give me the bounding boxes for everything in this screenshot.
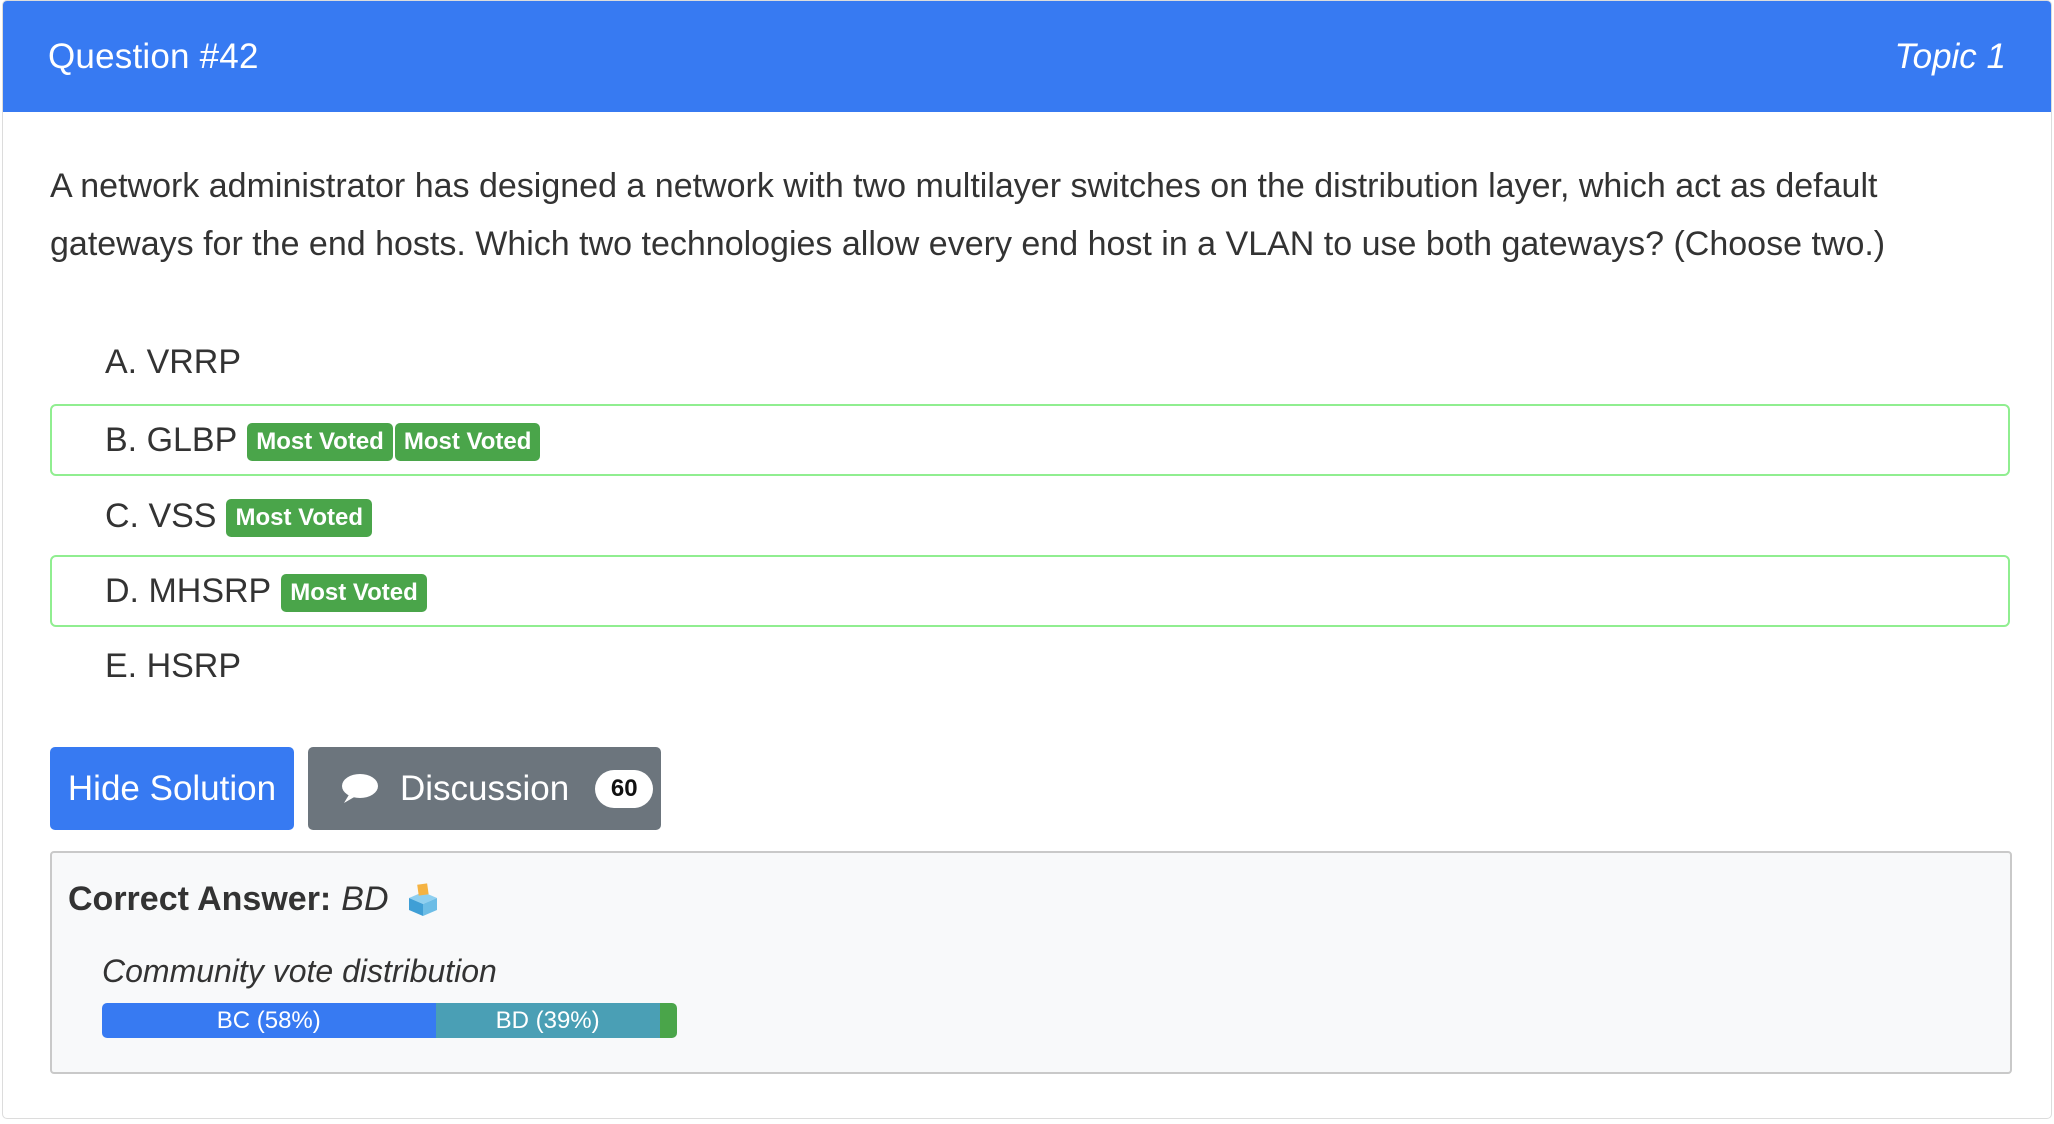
most-voted-badge: Most Voted (247, 423, 393, 461)
vote-segment[interactable]: BC (58%) (102, 1003, 436, 1038)
choice-a[interactable]: A. VRRP (50, 326, 2010, 398)
vote-segment[interactable] (659, 1003, 677, 1038)
choice-label: C. VSS (105, 496, 217, 535)
choice-e[interactable]: E. HSRP (50, 630, 2010, 702)
answer-panel: Correct Answer: BD Community vote distri… (50, 851, 2012, 1074)
choice-label: B. GLBP (105, 420, 238, 459)
most-voted-badge: Most Voted (226, 499, 373, 537)
most-voted-badge: Most Voted (281, 574, 427, 612)
choice-b[interactable]: B. GLBP Most Voted Most Voted (50, 404, 2010, 476)
chat-bubble-icon (342, 773, 378, 803)
discussion-button[interactable]: Discussion 60 (308, 747, 661, 830)
vote-distribution-bar: BC (58%) BD (39%) (102, 1003, 677, 1038)
ballot-box-icon[interactable] (405, 882, 441, 918)
correct-answer-label: Correct Answer: (68, 880, 332, 918)
correct-answer-value: BD (341, 880, 389, 918)
vote-distribution-title: Community vote distribution (102, 953, 497, 989)
hide-solution-label: Hide Solution (67, 768, 277, 808)
vote-segment[interactable]: BD (39%) (435, 1003, 660, 1038)
question-number: Question #42 (48, 36, 259, 76)
most-voted-badge: Most Voted (394, 423, 541, 461)
correct-answer: Correct Answer: BD (68, 880, 441, 919)
choice-label: A. VRRP (105, 342, 242, 381)
question-text: A network administrator has designed a n… (50, 167, 1886, 263)
discussion-count-badge: 60 (595, 769, 654, 808)
question-header: Question #42 Topic 1 (3, 1, 2051, 112)
discussion-label: Discussion (400, 768, 570, 808)
choice-label: D. MHSRP (105, 571, 272, 610)
question-card: Question #42 Topic 1 A network administr… (2, 0, 2052, 1119)
topic-label: Topic 1 (1894, 36, 2006, 76)
choice-d[interactable]: D. MHSRP Most Voted (50, 555, 2010, 627)
choice-c[interactable]: C. VSS Most Voted (50, 480, 2010, 552)
hide-solution-button[interactable]: Hide Solution (50, 747, 294, 830)
choice-label: E. HSRP (105, 646, 242, 685)
